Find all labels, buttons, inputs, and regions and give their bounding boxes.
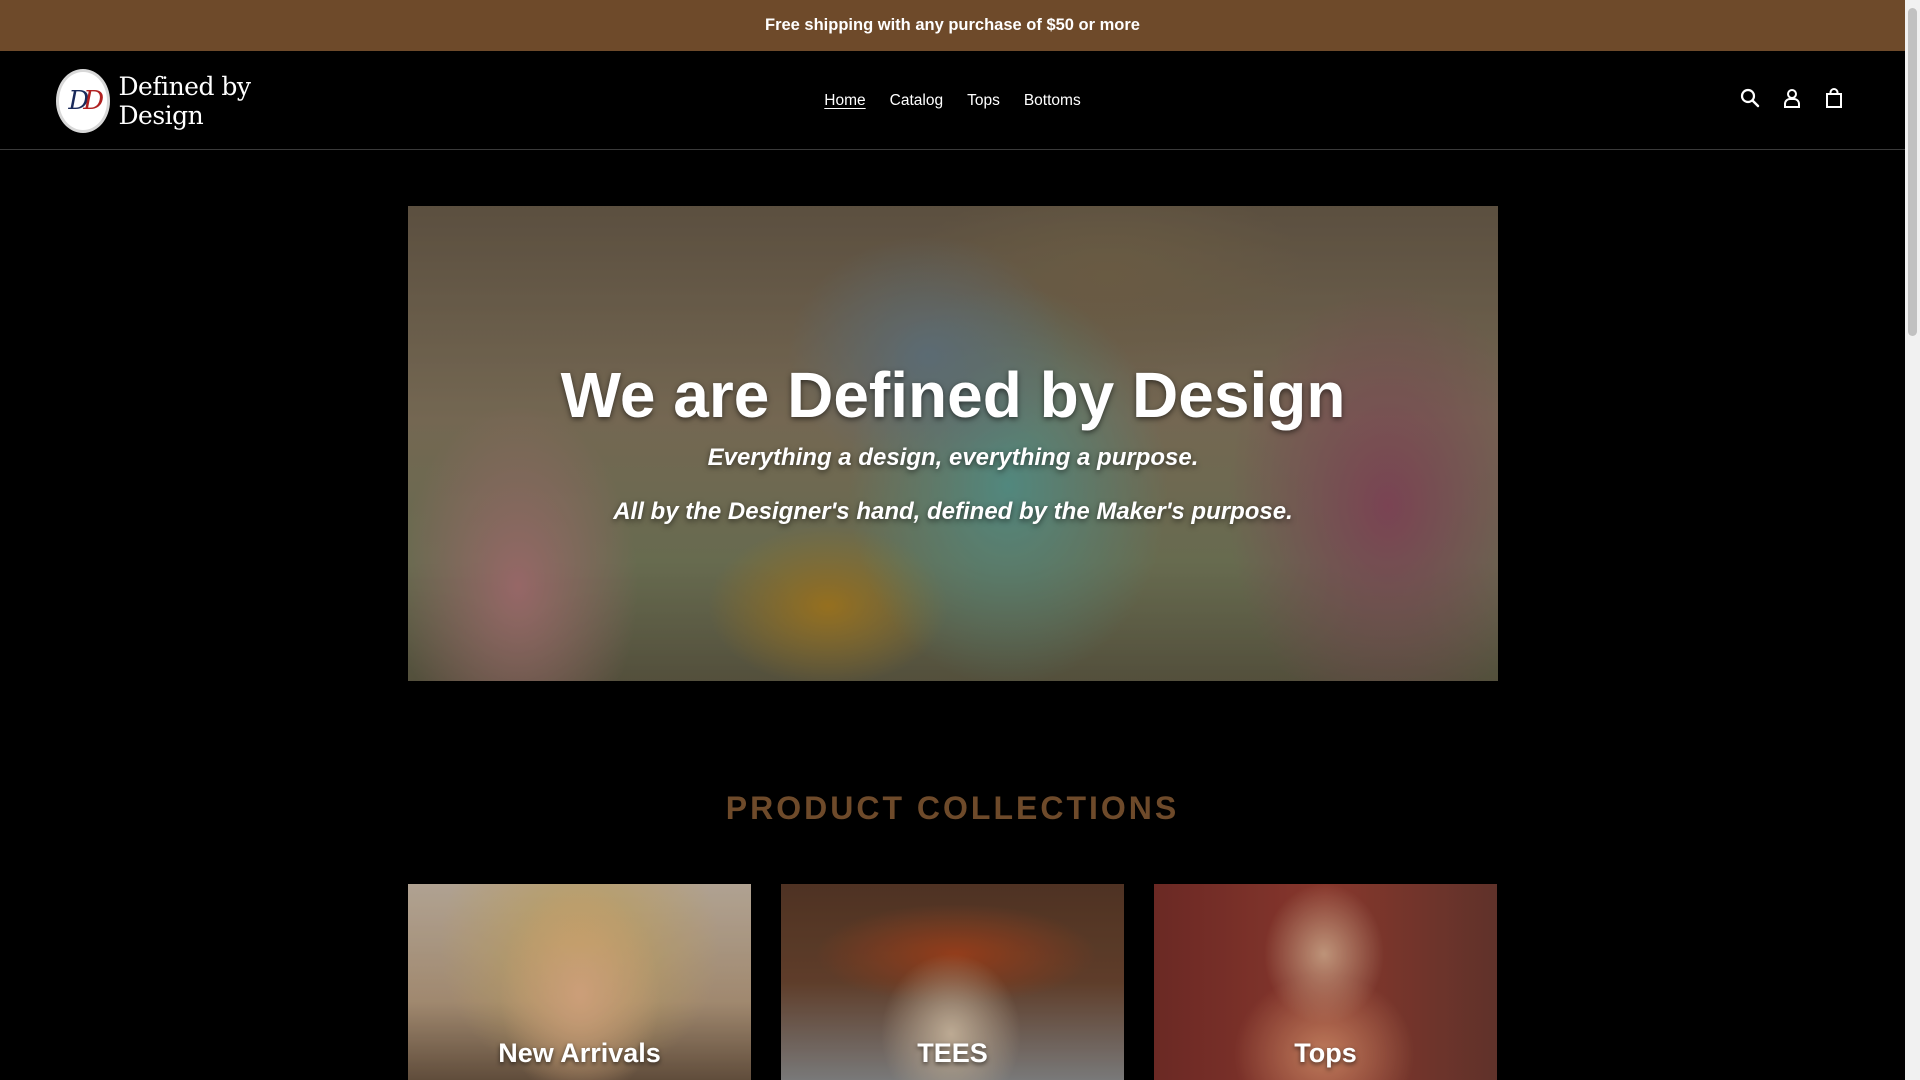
nav-home[interactable]: Home: [812, 92, 877, 110]
page-scrollbar[interactable]: [1905, 0, 1920, 1080]
hero-banner: We are Defined by Design Everything a de…: [408, 206, 1498, 681]
collection-card-new-arrivals[interactable]: New Arrivals: [408, 884, 751, 1080]
cart-icon[interactable]: [1823, 86, 1845, 110]
hero-title: We are Defined by Design: [560, 359, 1346, 431]
header-icons: [1739, 86, 1845, 110]
collection-card-tees[interactable]: TEES: [781, 884, 1124, 1080]
collection-label: Tops: [1294, 1038, 1357, 1068]
announcement-text: Free shipping with any purchase of $50 o…: [764, 16, 1140, 34]
collection-card-tops[interactable]: Tops: [1154, 884, 1497, 1080]
nav-catalog[interactable]: Catalog: [878, 92, 955, 110]
collections-heading: PRODUCT COLLECTIONS: [725, 790, 1180, 826]
nav-bottoms[interactable]: Bottoms: [1012, 92, 1093, 110]
search-icon[interactable]: [1739, 86, 1761, 110]
nav-tops[interactable]: Tops: [955, 92, 1012, 110]
hero-subtitle-2: All by the Designer's hand, defined by t…: [613, 498, 1293, 525]
collection-label: New Arrivals: [498, 1038, 661, 1068]
hero-text: We are Defined by Design Everything a de…: [408, 206, 1498, 681]
scrollbar-thumb[interactable]: [1908, 8, 1917, 336]
account-icon[interactable]: [1781, 86, 1803, 110]
hero-subtitle-1: Everything a design, everything a purpos…: [707, 444, 1199, 471]
collection-label: TEES: [917, 1038, 988, 1068]
main-nav: Home Catalog Tops Bottoms: [0, 51, 1905, 150]
announcement-bar: Free shipping with any purchase of $50 o…: [0, 0, 1905, 51]
site-header: DD Defined by Design Home Catalog Tops B…: [0, 51, 1905, 150]
